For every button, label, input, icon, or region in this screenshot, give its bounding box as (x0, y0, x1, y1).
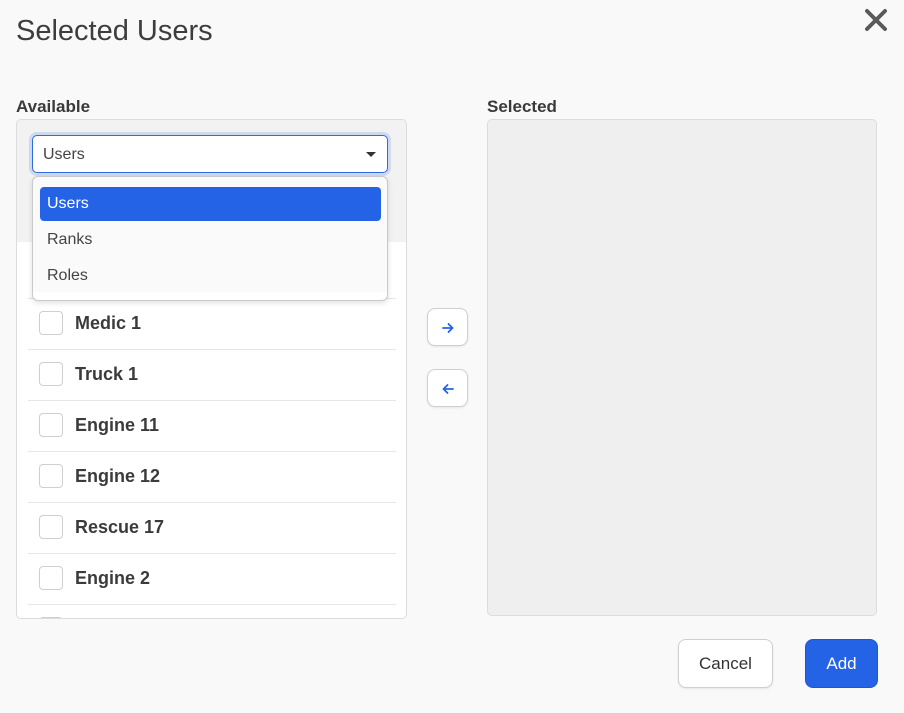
list-item[interactable]: Rescue 17 (28, 502, 396, 553)
arrow-left-icon (442, 384, 454, 394)
option-ranks[interactable]: Ranks (40, 223, 381, 257)
item-checkbox[interactable] (39, 311, 63, 335)
close-icon[interactable] (862, 6, 890, 34)
item-checkbox[interactable] (39, 566, 63, 590)
item-label: Engine 12 (75, 466, 161, 486)
item-label: Truck 1 (75, 364, 139, 384)
option-roles[interactable]: Roles (40, 259, 381, 293)
selected-label: Selected (487, 97, 557, 116)
selected-users-dialog: Selected Users Available Selected Users … (0, 0, 904, 713)
item-checkbox[interactable] (39, 515, 63, 539)
list-item[interactable]: Truck 1 (28, 349, 396, 400)
item-checkbox[interactable] (39, 413, 63, 437)
option-users[interactable]: Users (40, 187, 381, 221)
item-checkbox[interactable] (39, 464, 63, 488)
item-label: Rescue 17 (75, 517, 165, 537)
list-item[interactable]: Engine 11 (28, 400, 396, 451)
list-item-partial[interactable] (28, 604, 396, 618)
list-item[interactable]: Engine 2 (28, 553, 396, 604)
item-label: Engine 2 (75, 568, 151, 588)
available-panel: Users Users Ranks Roles Medic 1 Truck 1 … (16, 119, 407, 619)
item-label: Medic 1 (75, 313, 142, 333)
item-label: Engine 11 (75, 415, 160, 435)
arrow-right-icon (442, 323, 454, 333)
selected-panel (487, 119, 877, 616)
available-list: Medic 1 Truck 1 Engine 11 Engine 12 Resc… (28, 298, 396, 618)
available-label: Available (16, 97, 91, 116)
move-left-button[interactable] (427, 369, 468, 407)
type-select-value: Users (43, 146, 85, 163)
item-checkbox[interactable] (39, 362, 63, 386)
move-right-button[interactable] (427, 308, 468, 346)
type-select[interactable]: Users (32, 135, 388, 173)
item-checkbox[interactable] (39, 617, 63, 618)
caret-down-icon (366, 152, 376, 157)
add-button[interactable]: Add (805, 639, 878, 688)
cancel-button[interactable]: Cancel (678, 639, 773, 688)
dialog-title: Selected Users (16, 15, 213, 47)
list-item[interactable]: Engine 12 (28, 451, 396, 502)
list-item[interactable]: Medic 1 (28, 298, 396, 349)
type-dropdown: Users Ranks Roles (32, 176, 388, 301)
